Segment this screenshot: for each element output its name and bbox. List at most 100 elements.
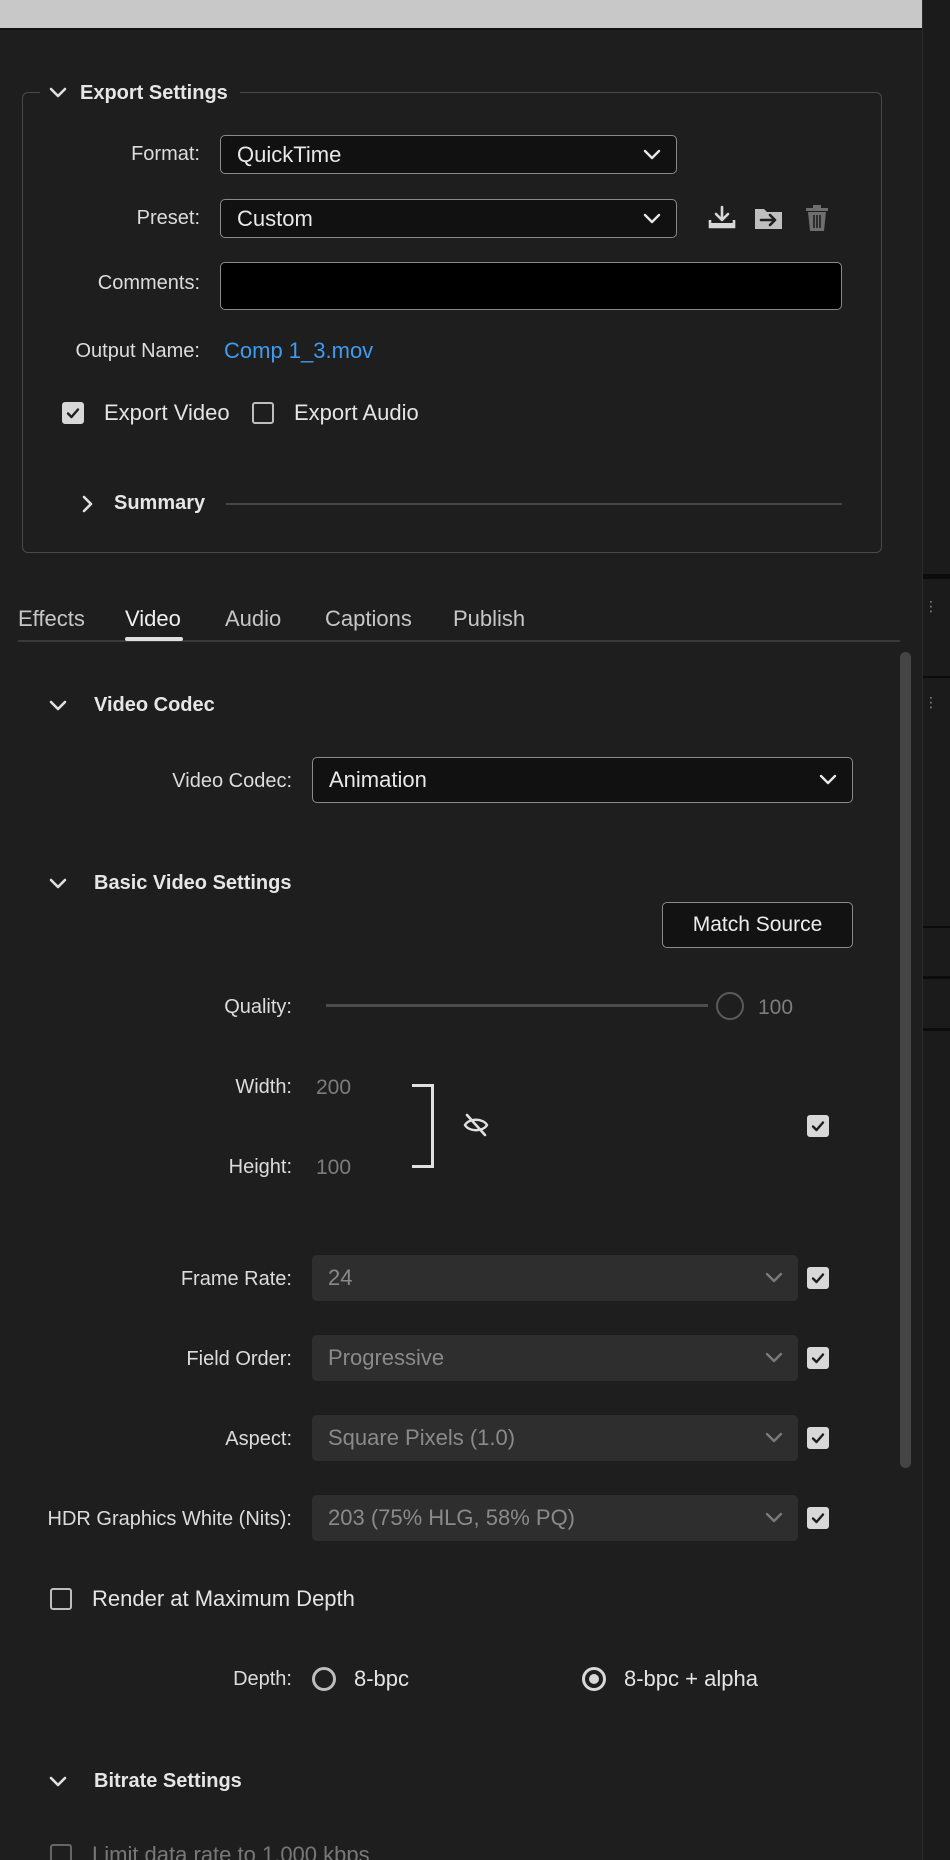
adjacent-panel-edge: ⋮ ⋮ bbox=[922, 0, 950, 1860]
checkmark-icon bbox=[811, 1353, 825, 1364]
tab-publish[interactable]: Publish bbox=[453, 606, 525, 632]
basic-video-section-header[interactable]: Basic Video Settings bbox=[48, 872, 291, 895]
aspect-value: Square Pixels (1.0) bbox=[328, 1425, 516, 1450]
frame-rate-label: Frame Rate: bbox=[180, 1268, 292, 1290]
panel-edge-line bbox=[923, 676, 950, 678]
chevron-down-icon[interactable] bbox=[48, 83, 68, 103]
title-bar-divider bbox=[0, 28, 922, 30]
frame-rate-dropdown[interactable]: 24 bbox=[312, 1255, 798, 1301]
chevron-down-icon bbox=[49, 878, 67, 888]
export-settings-title: Export Settings bbox=[80, 81, 228, 104]
width-value[interactable]: 200 bbox=[316, 1076, 351, 1100]
panel-edge-line bbox=[923, 1028, 950, 1031]
export-video-checkbox-row[interactable]: Export Video bbox=[62, 400, 230, 426]
hdr-override-checkbox[interactable] bbox=[807, 1507, 829, 1529]
quality-slider-track[interactable] bbox=[326, 1004, 708, 1007]
chevron-down-icon bbox=[49, 700, 67, 710]
export-audio-checkbox-row[interactable]: Export Audio bbox=[252, 400, 419, 426]
aspect-override-checkbox[interactable] bbox=[807, 1427, 829, 1449]
panel-grip-icon[interactable]: ⋮ bbox=[924, 598, 938, 615]
delete-preset-button[interactable] bbox=[800, 201, 834, 235]
video-codec-dropdown[interactable]: Animation bbox=[312, 757, 853, 803]
chevron-down-icon bbox=[49, 1776, 67, 1786]
constrain-proportions-toggle[interactable] bbox=[459, 1108, 493, 1142]
preset-value: Custom bbox=[237, 205, 313, 231]
export-video-label: Export Video bbox=[104, 400, 230, 425]
frame-rate-value: 24 bbox=[328, 1265, 353, 1290]
basic-video-section-title: Basic Video Settings bbox=[94, 872, 292, 894]
field-order-override-checkbox[interactable] bbox=[807, 1347, 829, 1369]
unlink-icon bbox=[463, 1113, 489, 1137]
output-name-label: Output Name: bbox=[75, 340, 200, 362]
hdr-graphics-white-dropdown[interactable]: 203 (75% HLG, 58% PQ) bbox=[312, 1495, 798, 1541]
panel-edge-line bbox=[923, 976, 950, 979]
scrollbar-thumb[interactable] bbox=[900, 652, 911, 1468]
limit-data-rate-label: Limit data rate to 1,000 kbps bbox=[92, 1842, 370, 1860]
bitrate-section-title: Bitrate Settings bbox=[94, 1770, 242, 1792]
video-codec-value: Animation bbox=[329, 767, 427, 792]
width-label: Width: bbox=[235, 1076, 292, 1098]
depth-label: Depth: bbox=[233, 1668, 292, 1690]
depth-8bpc-alpha-radio[interactable] bbox=[582, 1667, 606, 1691]
quality-label: Quality: bbox=[224, 996, 292, 1018]
chevron-down-icon bbox=[765, 1272, 783, 1283]
panel-edge-line bbox=[923, 574, 950, 579]
export-audio-checkbox[interactable] bbox=[252, 402, 274, 424]
tab-effects[interactable]: Effects bbox=[18, 606, 85, 632]
height-value[interactable]: 100 bbox=[316, 1156, 351, 1180]
depth-8bpc-label: 8-bpc bbox=[354, 1666, 410, 1691]
format-label: Format: bbox=[131, 143, 200, 165]
export-video-checkbox[interactable] bbox=[62, 402, 84, 424]
frame-rate-override-checkbox[interactable] bbox=[807, 1267, 829, 1289]
output-name-link[interactable]: Comp 1_3.mov bbox=[224, 338, 373, 364]
panel-edge-line bbox=[923, 926, 950, 928]
active-tab-indicator bbox=[125, 637, 183, 641]
summary-toggle[interactable]: Summary bbox=[78, 492, 205, 515]
render-max-depth-checkbox[interactable] bbox=[50, 1588, 72, 1610]
checkmark-icon bbox=[811, 1433, 825, 1444]
preset-label: Preset: bbox=[136, 207, 200, 229]
render-max-depth-label: Render at Maximum Depth bbox=[92, 1586, 355, 1611]
comments-input[interactable] bbox=[220, 262, 842, 310]
tab-audio[interactable]: Audio bbox=[225, 606, 281, 632]
chevron-right-icon bbox=[82, 495, 93, 512]
bitrate-section-header[interactable]: Bitrate Settings bbox=[48, 1770, 242, 1793]
depth-option-8bpc-alpha[interactable]: 8-bpc + alpha bbox=[582, 1666, 758, 1692]
limit-data-rate-row[interactable]: Limit data rate to 1,000 kbps bbox=[50, 1842, 370, 1860]
depth-option-8bpc[interactable]: 8-bpc bbox=[312, 1666, 409, 1692]
limit-data-rate-checkbox[interactable] bbox=[50, 1844, 72, 1860]
format-dropdown[interactable]: QuickTime bbox=[220, 135, 677, 174]
chevron-down-icon bbox=[765, 1352, 783, 1363]
tab-video[interactable]: Video bbox=[125, 606, 181, 632]
import-preset-icon bbox=[755, 209, 782, 229]
panel-grip-icon[interactable]: ⋮ bbox=[924, 694, 938, 711]
depth-8bpc-alpha-label: 8-bpc + alpha bbox=[624, 1666, 758, 1691]
checkmark-icon bbox=[811, 1273, 825, 1284]
chevron-down-icon bbox=[819, 774, 837, 785]
save-preset-button[interactable] bbox=[705, 201, 739, 235]
format-value: QuickTime bbox=[237, 141, 342, 167]
depth-8bpc-radio[interactable] bbox=[312, 1667, 336, 1691]
export-settings-header[interactable]: Export Settings bbox=[40, 76, 240, 110]
summary-divider bbox=[226, 503, 842, 505]
comments-label: Comments: bbox=[97, 272, 200, 294]
import-preset-button[interactable] bbox=[752, 201, 786, 235]
video-codec-section-header[interactable]: Video Codec bbox=[48, 694, 215, 717]
field-order-dropdown[interactable]: Progressive bbox=[312, 1335, 798, 1381]
preset-dropdown[interactable]: Custom bbox=[220, 199, 677, 238]
height-label: Height: bbox=[228, 1156, 292, 1178]
field-order-label: Field Order: bbox=[186, 1348, 292, 1370]
video-codec-label: Video Codec: bbox=[172, 770, 292, 792]
match-source-button[interactable]: Match Source bbox=[662, 902, 853, 948]
tab-captions[interactable]: Captions bbox=[325, 606, 412, 632]
quality-slider-thumb[interactable] bbox=[716, 992, 744, 1020]
trash-icon bbox=[806, 205, 828, 231]
chevron-down-icon bbox=[643, 213, 661, 223]
render-max-depth-row[interactable]: Render at Maximum Depth bbox=[50, 1586, 355, 1612]
hdr-graphics-white-label: HDR Graphics White (Nits): bbox=[47, 1508, 292, 1530]
checkmark-icon bbox=[811, 1513, 825, 1524]
aspect-dropdown[interactable]: Square Pixels (1.0) bbox=[312, 1415, 798, 1461]
chevron-down-icon bbox=[765, 1512, 783, 1523]
chevron-down-icon bbox=[643, 149, 661, 159]
dimensions-override-checkbox[interactable] bbox=[807, 1115, 829, 1137]
